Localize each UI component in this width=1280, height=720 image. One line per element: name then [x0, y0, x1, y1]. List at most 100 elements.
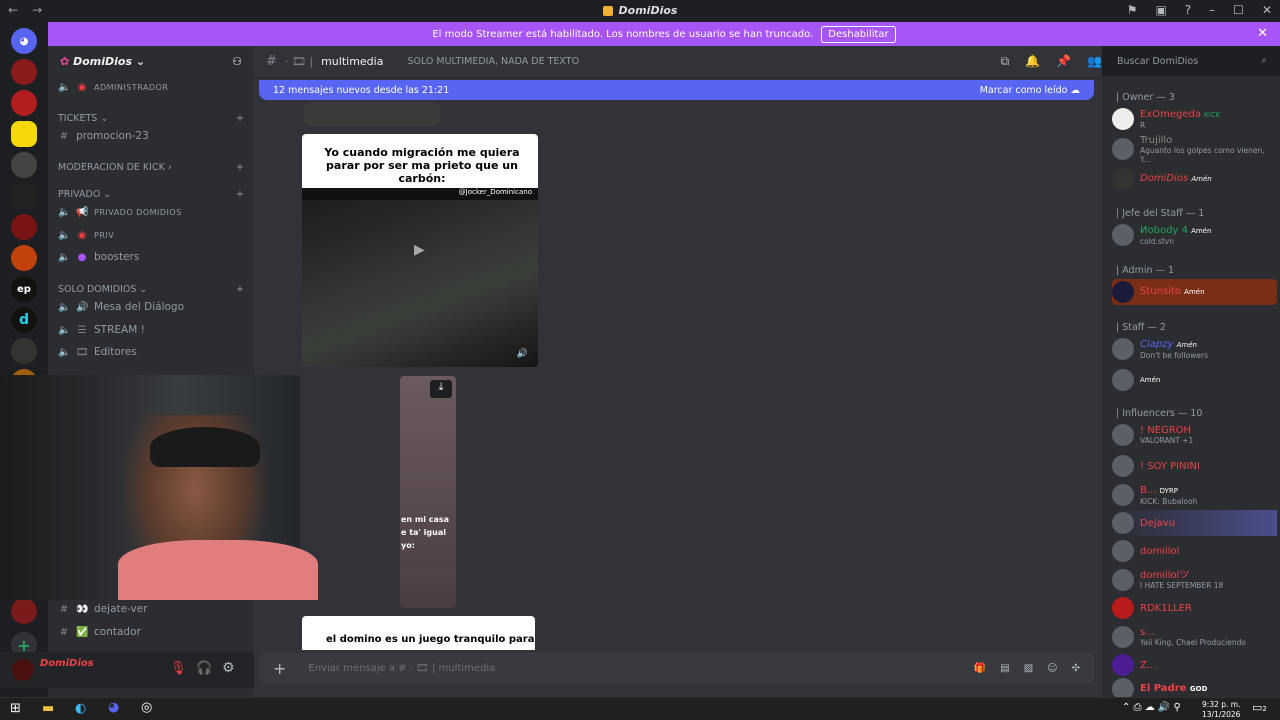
server-icon[interactable] [11, 183, 37, 209]
message-input[interactable]: Enviar mensaje a # · 🎞 | multimedia [308, 663, 495, 674]
member-item[interactable]: Trujillo Aguanto los golpes como vienen, … [1112, 135, 1277, 164]
member-item[interactable]: Stunsito Amén [1112, 279, 1277, 305]
member-item[interactable]: RDK1LLER [1112, 595, 1277, 621]
edge-icon[interactable]: ◐ [75, 701, 86, 716]
category-solo-domidios[interactable]: SOLO DOMIDIOS ⌄ + [58, 284, 244, 295]
avatar [1112, 224, 1134, 246]
film-icon: 🎞 [76, 346, 89, 358]
channel-contador[interactable]: # ✅ contador [58, 626, 244, 638]
member-item[interactable]: s... Yaii King, Chael Produciendo [1112, 624, 1277, 650]
add-member-icon[interactable]: ⚇ [232, 55, 242, 69]
download-icon[interactable]: ⤓ [430, 380, 452, 398]
film-icon: · 🎞 | [284, 55, 314, 68]
message-composer[interactable]: + Enviar mensaje a # · 🎞 | multimedia 🎁 … [259, 653, 1094, 683]
category-moderacion[interactable]: MODERACION DE KICK › + [58, 162, 244, 173]
maximize-icon[interactable]: ☐ [1233, 3, 1244, 17]
add-channel-icon[interactable]: + [236, 189, 244, 200]
member-item[interactable]: Amén [1112, 367, 1277, 393]
pin-icon[interactable]: 📌 [1056, 54, 1071, 69]
member-item[interactable]: domiilolツ I HATE SEPTEMBER 18 [1112, 567, 1277, 593]
channel-priv[interactable]: 🔈 ◉ PRIV [58, 230, 244, 241]
gift-icon[interactable]: 🎁 [974, 663, 986, 674]
windows-start-icon[interactable]: ⊞ [10, 701, 21, 716]
volume-icon[interactable]: 🔊 [517, 349, 528, 359]
server-icon[interactable] [11, 59, 37, 85]
member-item[interactable]: B... DYRP KICK: Bubalooh [1112, 482, 1277, 508]
sticker-icon[interactable]: ▨ [1024, 663, 1033, 674]
members-icon[interactable]: 👥 [1087, 54, 1102, 69]
flag-icon[interactable]: ⚑ [1127, 3, 1138, 17]
gif-icon[interactable]: ▤ [1000, 663, 1009, 674]
search-input[interactable]: Buscar DomiDios ⌕ [1112, 53, 1272, 71]
media-attachment[interactable] [304, 102, 440, 126]
dot-icon: ◉ [77, 82, 87, 93]
notification-icon[interactable]: ▭2 [1252, 701, 1267, 714]
bell-icon[interactable]: 🔔 [1025, 54, 1040, 69]
play-icon[interactable]: ▶ [414, 242, 425, 258]
mark-read-button[interactable]: Marcar como leído [980, 85, 1068, 96]
channel-admin[interactable]: 🔈 ◉ ADMINISTRADOR [58, 82, 244, 93]
inbox-icon[interactable]: ▣ [1155, 3, 1166, 17]
search-icon[interactable]: ⌕ [1262, 55, 1267, 66]
category-tickets[interactable]: TICKETS ⌄ + [58, 113, 244, 124]
channel-editores[interactable]: 🔈 🎞 Editores [58, 346, 244, 358]
threads-icon[interactable]: ⧉ [1001, 54, 1010, 69]
minimize-icon[interactable]: – [1209, 3, 1215, 17]
discord-taskbar-icon[interactable]: ◕ [108, 700, 119, 715]
close-banner-icon[interactable]: ✕ [1257, 26, 1268, 41]
help-icon[interactable]: ? [1185, 3, 1191, 17]
channel-dejate-ver[interactable]: # 👀 dejate-ver [58, 603, 244, 615]
server-icon[interactable] [11, 152, 37, 178]
video-attachment[interactable]: Yo cuando migración me quiera parar por … [302, 134, 538, 367]
emoji-icon[interactable]: ☺ [1047, 663, 1057, 674]
dot-icon: ◉ [77, 230, 87, 241]
close-icon[interactable]: ✕ [1262, 3, 1272, 17]
server-icon[interactable] [11, 214, 37, 240]
channel-stream[interactable]: 🔈 ☰ STREAM ! [58, 324, 244, 336]
server-icon[interactable] [11, 598, 37, 624]
category-privado[interactable]: PRIVADO ⌄ + [58, 189, 244, 200]
member-item[interactable]: ! SOY PININI [1112, 453, 1277, 479]
server-header[interactable]: ✿ DomiDios ⌄ ⚇ [48, 46, 254, 78]
disable-button[interactable]: Deshabilitar [821, 25, 896, 43]
member-item[interactable]: Z... [1112, 652, 1277, 678]
server-icon-d[interactable]: d [11, 307, 37, 333]
member-item[interactable]: Dejavu [1112, 510, 1277, 536]
channel-boosters[interactable]: 🔈 ● boosters [58, 251, 244, 263]
server-icon[interactable] [11, 245, 37, 271]
avatar [1112, 168, 1134, 190]
server-icon[interactable] [11, 338, 37, 364]
member-item[interactable]: ! NEGROH VALORANT +1 [1112, 422, 1277, 448]
server-icon[interactable] [11, 121, 37, 147]
member-item[interactable]: ExOmegeda KICK R [1112, 106, 1277, 132]
webcam-overlay [0, 375, 318, 600]
server-icon[interactable] [11, 90, 37, 116]
headphones-muted-icon[interactable]: 🎧 [196, 661, 212, 676]
add-channel-icon[interactable]: + [236, 284, 244, 295]
obs-icon[interactable]: ◎ [141, 700, 152, 715]
avatar [1112, 626, 1134, 648]
add-channel-icon[interactable]: + [236, 113, 244, 124]
tray-icons[interactable]: ⌃ ⎙ ☁ 🔊 ⚲ [1122, 702, 1181, 713]
member-item[interactable]: DomiDios Amén [1112, 166, 1277, 192]
member-item[interactable]: Clapzy Amén Don't be followers [1112, 336, 1277, 362]
member-item[interactable]: Иobody 4 Amén cold.stvn [1112, 222, 1277, 248]
server-icon-ep[interactable]: ep [11, 276, 37, 302]
avatar[interactable] [12, 659, 34, 681]
channel-privado-domidios[interactable]: 🔈 📢 PRIVADO DOMIDIOS [58, 207, 244, 218]
avatar [1112, 455, 1134, 477]
add-attachment-icon[interactable]: + [273, 659, 286, 678]
member-item[interactable]: domiilol [1112, 538, 1277, 564]
video-attachment[interactable]: ⤓ en mi casa e ta' igual yo: [400, 376, 456, 608]
discord-home-icon[interactable]: ◕ [11, 28, 37, 54]
settings-icon[interactable]: ⚙ [222, 660, 235, 676]
file-explorer-icon[interactable]: ▬ [42, 701, 54, 716]
video-attachment[interactable]: el domino es un juego tranquilo para [302, 616, 535, 650]
apps-icon[interactable]: ✣ [1072, 663, 1080, 674]
new-messages-bar[interactable]: 12 mensajes nuevos desde las 21:21 Marca… [259, 80, 1094, 100]
add-channel-icon[interactable]: + [236, 162, 244, 173]
channel-promocion[interactable]: # promocion-23 [58, 130, 244, 142]
clock[interactable]: 9:32 p. m. 13/1/2026 [1202, 700, 1240, 720]
mic-muted-icon[interactable]: 🎙 [170, 661, 187, 676]
channel-mesa[interactable]: 🔈 🔊 Mesa del Diálogo [58, 301, 244, 313]
